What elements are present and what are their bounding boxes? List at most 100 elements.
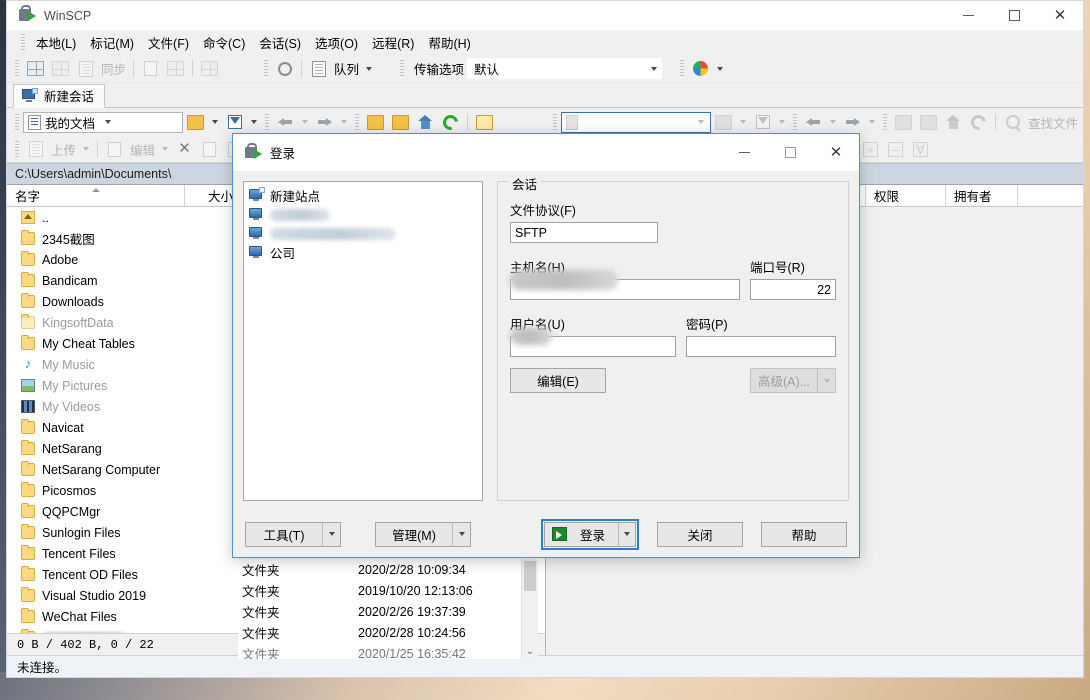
select-invert-button[interactable]: ∀ bbox=[909, 138, 932, 160]
menu-mark[interactable]: 标记(M) bbox=[83, 30, 141, 55]
local-forward-button[interactable] bbox=[313, 111, 336, 133]
local-new-folder-button[interactable] bbox=[473, 111, 496, 133]
table-row[interactable]: 文件夹 2020/1/25 16:35:42 bbox=[238, 643, 538, 660]
local-list-scrollbar[interactable]: ⌄ bbox=[521, 559, 538, 659]
site-tree[interactable]: 新建站点 公司 bbox=[243, 181, 483, 501]
local-path-caret-icon[interactable] bbox=[105, 120, 112, 124]
menu-remote[interactable]: 远程(R) bbox=[365, 30, 421, 55]
menu-options[interactable]: 选项(O) bbox=[308, 30, 365, 55]
remote-nav-grip-2[interactable] bbox=[793, 113, 797, 131]
local-nav-grip-3[interactable] bbox=[355, 113, 359, 131]
local-nav-grip[interactable] bbox=[15, 113, 19, 131]
remote-path-combo[interactable] bbox=[561, 111, 711, 133]
local-back-button[interactable] bbox=[274, 111, 297, 133]
menu-command[interactable]: 命令(C) bbox=[196, 30, 252, 55]
table-row[interactable]: 文件夹 2020/2/28 10:24:56 bbox=[238, 622, 538, 643]
remote-column-header-owner[interactable]: 拥有者 bbox=[946, 185, 1018, 206]
remote-filter-button[interactable] bbox=[751, 111, 774, 133]
menu-file[interactable]: 文件(F) bbox=[141, 30, 196, 55]
remote-nav-grip[interactable] bbox=[553, 113, 557, 131]
select-remove-button[interactable]: – bbox=[884, 138, 907, 160]
synchronize-browsing-button[interactable] bbox=[49, 58, 72, 80]
scroll-down-icon[interactable]: ⌄ bbox=[522, 646, 538, 657]
upload-caret-icon[interactable] bbox=[83, 147, 90, 151]
login-dialog-maximize-button[interactable] bbox=[767, 138, 813, 168]
remote-open-directory-caret-icon[interactable] bbox=[740, 120, 746, 124]
remote-back-button[interactable] bbox=[802, 111, 825, 133]
toolbar-grip-4[interactable] bbox=[680, 60, 685, 77]
table-row[interactable]: 文件夹 2020/2/28 10:09:34 bbox=[238, 559, 538, 580]
help-button[interactable]: 帮助 bbox=[761, 521, 847, 547]
edit-label[interactable]: 编辑 bbox=[130, 140, 155, 159]
remote-parent-directory-button[interactable] bbox=[892, 111, 915, 133]
site-tree-item-redacted-2[interactable] bbox=[248, 224, 482, 243]
find-files-button[interactable] bbox=[1001, 111, 1024, 133]
local-open-directory-caret-icon[interactable] bbox=[212, 120, 218, 124]
find-files-label[interactable]: 查找文件 bbox=[1028, 113, 1078, 132]
remote-forward-button[interactable] bbox=[841, 111, 864, 133]
tab-new-session[interactable]: 新建会话 bbox=[13, 83, 106, 108]
select-add-button[interactable]: + bbox=[859, 138, 882, 160]
login-dialog-minimize-button[interactable] bbox=[721, 138, 767, 168]
queue-dropdown-caret-icon[interactable] bbox=[366, 66, 373, 71]
menubar-grip[interactable] bbox=[21, 34, 25, 51]
local-forward-caret-icon[interactable] bbox=[341, 120, 347, 124]
remote-refresh-button[interactable] bbox=[967, 111, 990, 133]
login-dropdown-caret-icon[interactable] bbox=[618, 522, 635, 546]
edit-site-button[interactable]: 编辑(E) bbox=[510, 368, 606, 393]
advanced-dropdown-caret-icon[interactable] bbox=[817, 369, 835, 392]
port-input[interactable]: 22 bbox=[750, 279, 836, 300]
putty-button[interactable] bbox=[164, 58, 187, 80]
toolbar-grip[interactable] bbox=[15, 60, 19, 77]
local-refresh-button[interactable] bbox=[439, 111, 462, 133]
menu-local[interactable]: 本地(L) bbox=[29, 30, 83, 55]
remote-back-caret-icon[interactable] bbox=[830, 120, 836, 124]
local-list-rows-behind-dialog[interactable]: 文件夹 2020/2/28 10:09:34 文件夹 2019/10/20 12… bbox=[238, 559, 538, 659]
local-home-directory-button[interactable] bbox=[414, 111, 437, 133]
local-parent-directory-button[interactable] bbox=[364, 111, 387, 133]
local-root-directory-button[interactable] bbox=[389, 111, 412, 133]
local-filter-button[interactable] bbox=[223, 111, 246, 133]
toolbar-grip-3[interactable] bbox=[400, 60, 405, 77]
browser-dropdown-caret-icon[interactable] bbox=[717, 66, 724, 71]
transfer-options-caret-icon[interactable] bbox=[651, 66, 658, 71]
queue-button[interactable] bbox=[307, 58, 330, 80]
site-tree-item-redacted-1[interactable] bbox=[248, 205, 482, 224]
synchronize-button[interactable] bbox=[74, 58, 97, 80]
password-input[interactable] bbox=[686, 336, 836, 357]
window-maximize-button[interactable] bbox=[991, 1, 1037, 31]
manage-button[interactable]: 管理(M) bbox=[375, 521, 471, 547]
remote-filter-caret-icon[interactable] bbox=[779, 120, 785, 124]
table-row[interactable]: 文件夹 2019/10/20 12:13:06 bbox=[238, 580, 538, 601]
refresh-all-button[interactable] bbox=[198, 58, 221, 80]
transfer-options-combo[interactable]: 默认 bbox=[467, 58, 663, 79]
delete-button[interactable]: ✕ bbox=[173, 138, 196, 160]
site-tree-item-new-site[interactable]: 新建站点 bbox=[248, 186, 482, 205]
tools-dropdown-caret-icon[interactable] bbox=[322, 522, 340, 546]
scrollbar-thumb[interactable] bbox=[524, 561, 536, 591]
local-filter-caret-icon[interactable] bbox=[251, 120, 257, 124]
window-close-button[interactable]: ✕ bbox=[1037, 1, 1083, 31]
tools-button[interactable]: 工具(T) bbox=[245, 521, 341, 547]
login-dialog-close-button[interactable]: ✕ bbox=[813, 138, 859, 168]
upload-button[interactable] bbox=[24, 138, 47, 160]
remote-open-directory-button[interactable] bbox=[712, 111, 735, 133]
toolbar-grip-2[interactable] bbox=[264, 60, 269, 77]
window-minimize-button[interactable] bbox=[945, 1, 991, 31]
console-button[interactable] bbox=[139, 58, 162, 80]
close-dialog-button[interactable]: 关闭 bbox=[657, 521, 743, 547]
column-header-name[interactable]: 名字 bbox=[7, 185, 185, 206]
remote-forward-caret-icon[interactable] bbox=[869, 120, 875, 124]
open-in-browser-button[interactable] bbox=[689, 58, 712, 80]
manage-dropdown-caret-icon[interactable] bbox=[452, 522, 470, 546]
advanced-button[interactable]: 高级(A)... bbox=[750, 368, 836, 393]
local-nav-grip-2[interactable] bbox=[265, 113, 269, 131]
rename-button[interactable] bbox=[198, 138, 221, 160]
protocol-select[interactable]: SFTP bbox=[510, 222, 658, 243]
menu-session[interactable]: 会话(S) bbox=[252, 30, 308, 55]
edit-button[interactable] bbox=[103, 138, 126, 160]
upload-label[interactable]: 上传 bbox=[51, 140, 76, 159]
local-action-grip[interactable] bbox=[15, 140, 19, 158]
site-tree-item-company[interactable]: 公司 bbox=[248, 243, 482, 262]
remote-root-directory-button[interactable] bbox=[917, 111, 940, 133]
